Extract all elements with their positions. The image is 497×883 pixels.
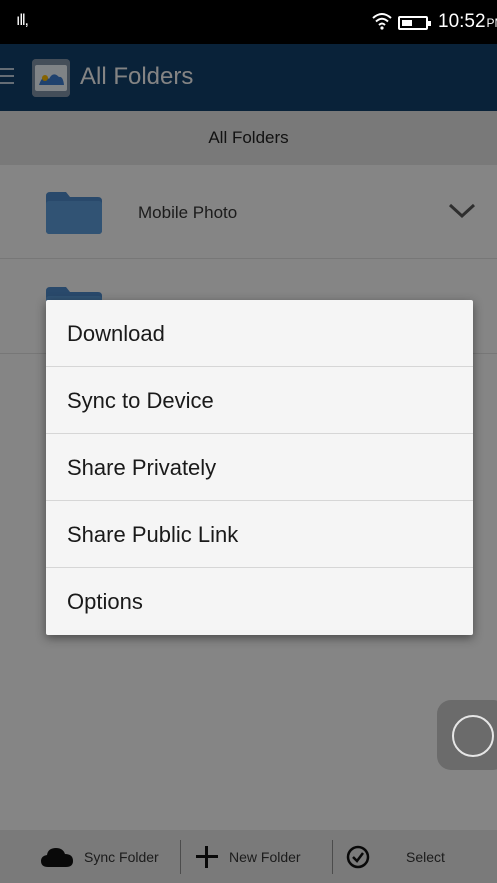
circle-icon	[452, 715, 494, 757]
signal-icon: ıll,	[16, 12, 29, 29]
wifi-icon	[372, 13, 392, 30]
menu-item-share-public-link[interactable]: Share Public Link	[46, 501, 473, 568]
menu-item-options[interactable]: Options	[46, 568, 473, 635]
context-menu: Download Sync to Device Share Privately …	[46, 300, 473, 635]
battery-icon	[398, 16, 431, 30]
status-time: 10:52PM	[438, 11, 497, 32]
menu-item-sync-to-device[interactable]: Sync to Device	[46, 367, 473, 434]
menu-item-download[interactable]: Download	[46, 300, 473, 367]
status-bar: ıll, 10:52PM	[0, 0, 497, 44]
floating-assistive-button[interactable]	[437, 700, 497, 770]
menu-item-share-privately[interactable]: Share Privately	[46, 434, 473, 501]
screen: All Folders All Folders Mobile Photo Syn…	[0, 0, 497, 883]
